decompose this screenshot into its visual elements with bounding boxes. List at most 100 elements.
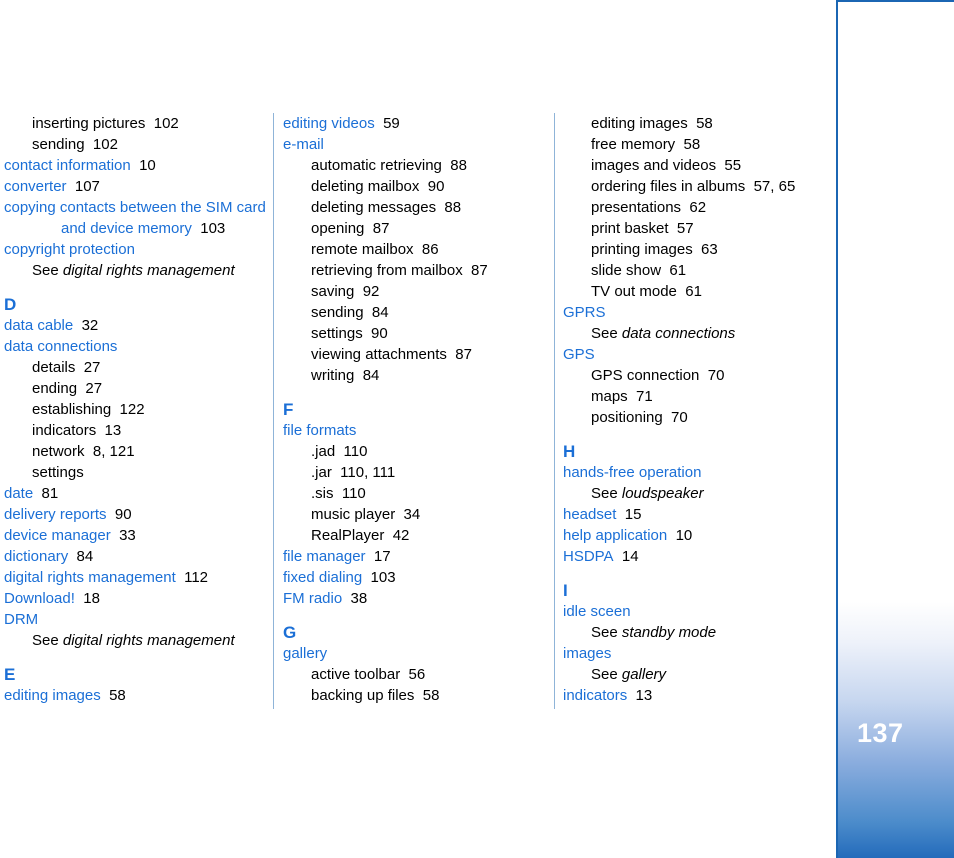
index-entry-page-ref: 10 bbox=[667, 527, 693, 544]
index-entry-label: print basket bbox=[591, 220, 669, 237]
index-entry-sub: sending 102 bbox=[32, 134, 266, 155]
index-entry-label: retrieving from mailbox bbox=[311, 262, 463, 279]
cross-reference-target: loudspeaker bbox=[621, 485, 704, 502]
index-entry-page-ref: 33 bbox=[110, 527, 136, 544]
index-entry-label: free memory bbox=[591, 136, 676, 153]
index-entry-page-ref: 27 bbox=[75, 359, 101, 376]
index-entry-label: data connections bbox=[4, 338, 118, 355]
index-entry-main: GPRS bbox=[563, 302, 825, 323]
index-entry-label: editing images bbox=[591, 115, 688, 132]
index-entry-page-ref: 88 bbox=[436, 199, 462, 216]
index-column-2: editing videos 59 e-mail automatic retriev… bbox=[283, 113, 545, 706]
index-cross-reference: See gallery bbox=[591, 664, 825, 685]
index-entry-label: GPRS bbox=[563, 304, 606, 321]
index-entry-main: HSDPA 14 bbox=[563, 546, 825, 567]
index-entry-main: headset 15 bbox=[563, 504, 825, 525]
index-entry-sub: music player 34 bbox=[311, 504, 545, 525]
index-entry-page-ref: 84 bbox=[354, 367, 380, 384]
index-entry-page-ref: 112 bbox=[175, 569, 209, 586]
index-entry-label: headset bbox=[563, 506, 617, 523]
index-entry-main: copyright protection bbox=[4, 239, 266, 260]
index-entry-page-ref: 87 bbox=[462, 262, 488, 279]
index-letter-heading: H bbox=[563, 442, 576, 461]
index-entry-sub: details 27 bbox=[32, 357, 266, 378]
index-entry-page-ref: 110, 111 bbox=[331, 464, 396, 481]
index-entry-label: help application bbox=[563, 527, 668, 544]
index-entry-label: and device memory bbox=[61, 220, 192, 237]
index-entry-label: slide show bbox=[591, 262, 662, 279]
index-entry-page-ref: 17 bbox=[365, 548, 391, 565]
index-entry-page-ref: 110 bbox=[335, 443, 368, 460]
index-entry-label: images bbox=[563, 645, 612, 662]
index-entry-page-ref: 87 bbox=[364, 220, 390, 237]
index-entry-label: .jar bbox=[311, 464, 332, 481]
index-entry-label: writing bbox=[311, 367, 355, 384]
see-label: See bbox=[32, 262, 63, 279]
column-divider-2 bbox=[554, 113, 555, 709]
index-entry-main: delivery reports 90 bbox=[4, 504, 266, 525]
index-entry-label: DRM bbox=[4, 611, 39, 628]
index-entry-sub: print basket 57 bbox=[591, 218, 825, 239]
index-entry-page-ref: 70 bbox=[699, 367, 725, 384]
index-entry-page-ref: 81 bbox=[33, 485, 59, 502]
index-entry-main: editing videos 59 bbox=[283, 113, 545, 134]
index-entry-main: DRM bbox=[4, 609, 266, 630]
index-entry-page-ref: 38 bbox=[342, 590, 368, 607]
index-entry-main: idle sceen bbox=[563, 601, 825, 622]
index-entry-page-ref: 84 bbox=[68, 548, 94, 565]
index-cross-reference: See digital rights management bbox=[32, 630, 266, 651]
index-entry-sub: .jar 110, 111 bbox=[311, 462, 545, 483]
index-entry-page-ref: 90 bbox=[362, 325, 388, 342]
index-entry-sub: automatic retrieving 88 bbox=[311, 155, 545, 176]
index-cross-reference: See digital rights management bbox=[32, 260, 266, 281]
index-entry-page-ref: 32 bbox=[73, 317, 99, 334]
index-entry-main: copying contacts between the SIM card bbox=[4, 197, 266, 218]
index-entry-label: hands-free operation bbox=[563, 464, 702, 481]
index-entry-page-ref: 87 bbox=[446, 346, 472, 363]
index-entry-sub: .jad 110 bbox=[311, 441, 545, 462]
index-entry-page-ref: 70 bbox=[662, 409, 688, 426]
page-sidebar: 137 bbox=[836, 0, 954, 858]
index-entry-page-ref: 71 bbox=[627, 388, 653, 405]
index-entry-sub: maps 71 bbox=[591, 386, 825, 407]
index-entry-main: Download! 18 bbox=[4, 588, 266, 609]
index-entry-main: e-mail bbox=[283, 134, 545, 155]
index-entry-page-ref: 55 bbox=[716, 157, 742, 174]
index-entry-label: copying contacts between the SIM card bbox=[4, 199, 266, 216]
index-entry-label: sending bbox=[311, 304, 364, 321]
index-entry-main: hands-free operation bbox=[563, 462, 825, 483]
index-entry-sub: free memory 58 bbox=[591, 134, 825, 155]
index-entry-page-ref: 90 bbox=[106, 506, 132, 523]
index-entry-label: establishing bbox=[32, 401, 112, 418]
index-entry-sub: saving 92 bbox=[311, 281, 545, 302]
index-cross-reference: See data connections bbox=[591, 323, 825, 344]
index-entry-label: .jad bbox=[311, 443, 336, 460]
see-label: See bbox=[32, 632, 63, 649]
index-entry-label: GPS bbox=[563, 346, 595, 363]
index-entry-main: help application 10 bbox=[563, 525, 825, 546]
index-entry-sub: images and videos 55 bbox=[591, 155, 825, 176]
index-entry-label: dictionary bbox=[4, 548, 69, 565]
index-entry-page-ref: 63 bbox=[692, 241, 718, 258]
index-entry-label: Download! bbox=[4, 590, 75, 607]
index-entry-label: gallery bbox=[283, 645, 328, 662]
index-entry-label: date bbox=[4, 485, 34, 502]
index-entry-label: digital rights management bbox=[4, 569, 176, 586]
index-entry-sub: viewing attachments 87 bbox=[311, 344, 545, 365]
index-entry-label: delivery reports bbox=[4, 506, 107, 523]
index-entry-page-ref: 102 bbox=[145, 115, 179, 132]
index-entry-main: indicators 13 bbox=[563, 685, 825, 706]
index-entry-page-ref: 103 bbox=[362, 569, 396, 586]
index-entry-main: contact information 10 bbox=[4, 155, 266, 176]
index-entry-page-ref: 102 bbox=[84, 136, 118, 153]
see-label: See bbox=[591, 624, 622, 641]
index-entry-sub: TV out mode 61 bbox=[591, 281, 825, 302]
index-entry-page-ref: 8, 121 bbox=[84, 443, 135, 460]
index-entry-page-ref: 62 bbox=[681, 199, 707, 216]
index-entry-sub: positioning 70 bbox=[591, 407, 825, 428]
index-entry-sub: backing up files 58 bbox=[311, 685, 545, 706]
index-entry-sub: deleting messages 88 bbox=[311, 197, 545, 218]
index-entry-page-ref: 122 bbox=[111, 401, 145, 418]
index-entry-sub: indicators 13 bbox=[32, 420, 266, 441]
index-entry-label: file manager bbox=[283, 548, 366, 565]
